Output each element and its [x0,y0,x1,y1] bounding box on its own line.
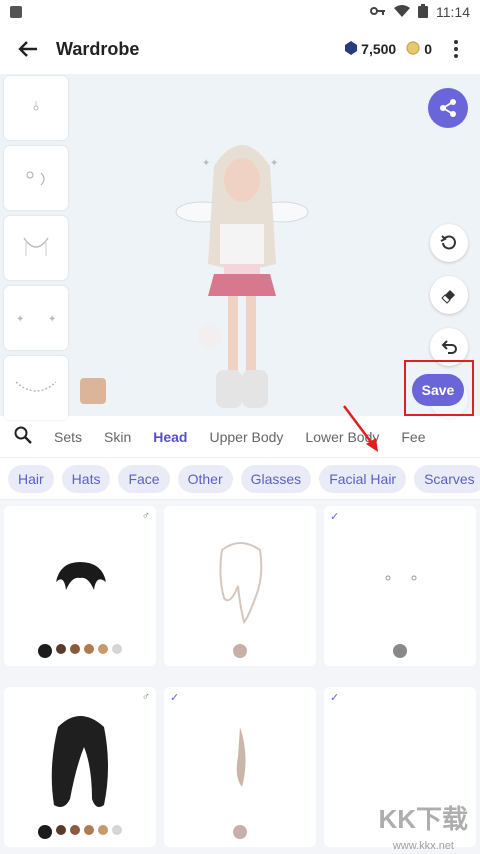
category-tabs: Sets Skin Head Upper Body Lower Body Fee [0,416,480,458]
gems-count: 7,500 [361,41,397,57]
search-icon[interactable] [14,426,32,447]
color-options [4,825,156,839]
watermark-url: www.kkx.net [392,840,454,852]
color-options [164,644,316,658]
color-option[interactable] [56,644,66,654]
equipped-item-necklace[interactable] [4,216,68,280]
color-option[interactable] [38,644,52,658]
key-icon [370,4,386,20]
share-icon[interactable] [428,88,468,128]
color-options [164,825,316,839]
gender-icon: ♂ [141,510,150,522]
chip-facial-hair[interactable]: Facial Hair [319,464,407,493]
color-option[interactable] [84,644,94,654]
coins-balance[interactable]: 0 [406,40,432,58]
wifi-icon [394,4,410,20]
equipped-item-earrings[interactable] [4,146,68,210]
item-card-short-black-hair[interactable]: ♂ [4,506,156,666]
long-hair-image [51,716,108,807]
color-option[interactable] [393,644,407,658]
notification-icon [10,6,22,18]
color-option[interactable] [233,644,247,658]
tab-head[interactable]: Head [153,429,187,445]
equipped-item-chain[interactable] [4,356,68,420]
item-card-blonde-hair[interactable] [164,506,316,666]
watermark: KK下载 [378,804,468,834]
equipped-item-sparkles[interactable]: ✦ ✦ [4,286,68,350]
color-option[interactable] [112,825,122,835]
svg-text:✦: ✦ [48,314,56,325]
eraser-icon[interactable] [430,276,468,314]
color-option[interactable] [98,825,108,835]
skin-color-swatch[interactable] [80,378,106,404]
face-dots-image [385,575,417,581]
status-bar: 11:14 [0,0,480,24]
subcategory-chips: Hair Hats Face Other Glasses Facial Hair… [0,458,480,500]
more-options-icon[interactable] [446,40,466,58]
equipped-items-list: ✦ ✦ [4,76,68,420]
gender-icon: ♂ [141,691,150,703]
gems-balance[interactable]: 7,500 [345,40,397,58]
svg-text:✦: ✦ [270,158,278,169]
color-option[interactable] [98,644,108,654]
tab-feet[interactable]: Fee [401,429,425,445]
reset-icon[interactable] [430,224,468,262]
app-bar: Wardrobe 7,500 0 [0,24,480,74]
page-title: Wardrobe [56,38,140,59]
color-options [324,644,476,658]
chip-other[interactable]: Other [177,464,233,493]
clock: 11:14 [436,4,470,20]
color-option[interactable] [38,825,52,839]
color-option[interactable] [84,825,94,835]
owned-check-icon: ✓ [330,511,340,523]
annotation-arrow [343,405,378,452]
blonde-hair-image [219,542,263,624]
chip-glasses[interactable]: Glasses [240,464,312,493]
color-option[interactable] [233,825,247,839]
avatar-stage: ✦ ✦ ✦ ✦ Save [0,74,480,452]
owned-check-icon: ✓ [170,692,180,704]
gem-icon [345,40,358,58]
color-options [4,644,156,658]
chip-face[interactable]: Face [118,464,170,493]
owned-check-icon: ✓ [330,692,340,704]
coin-icon [406,40,420,58]
save-button[interactable]: Save [412,374,464,406]
battery-icon [418,3,428,21]
item-card-hair-strand[interactable]: ✓ [164,687,316,847]
coins-count: 0 [424,41,432,57]
avatar-figure: ✦ ✦ [175,145,309,408]
chip-hats[interactable]: Hats [61,464,111,493]
color-option[interactable] [70,644,80,654]
chip-hair[interactable]: Hair [8,464,54,493]
chip-scarves[interactable]: Scarves [414,464,480,493]
back-arrow-icon[interactable] [14,35,42,63]
svg-text:✦: ✦ [202,158,210,169]
color-option[interactable] [70,825,80,835]
svg-text:✦: ✦ [16,314,24,325]
color-option[interactable] [112,644,122,654]
tab-upper-body[interactable]: Upper Body [209,429,283,445]
color-option[interactable] [56,825,66,835]
hair-strand-image [236,727,246,787]
tab-skin[interactable]: Skin [104,429,131,445]
item-card-face-dots[interactable]: ✓ [324,506,476,666]
short-hair-image [56,562,106,590]
equipped-item-earring[interactable] [4,76,68,140]
tab-sets[interactable]: Sets [54,429,82,445]
item-card-long-black-hair[interactable]: ♂ [4,687,156,847]
